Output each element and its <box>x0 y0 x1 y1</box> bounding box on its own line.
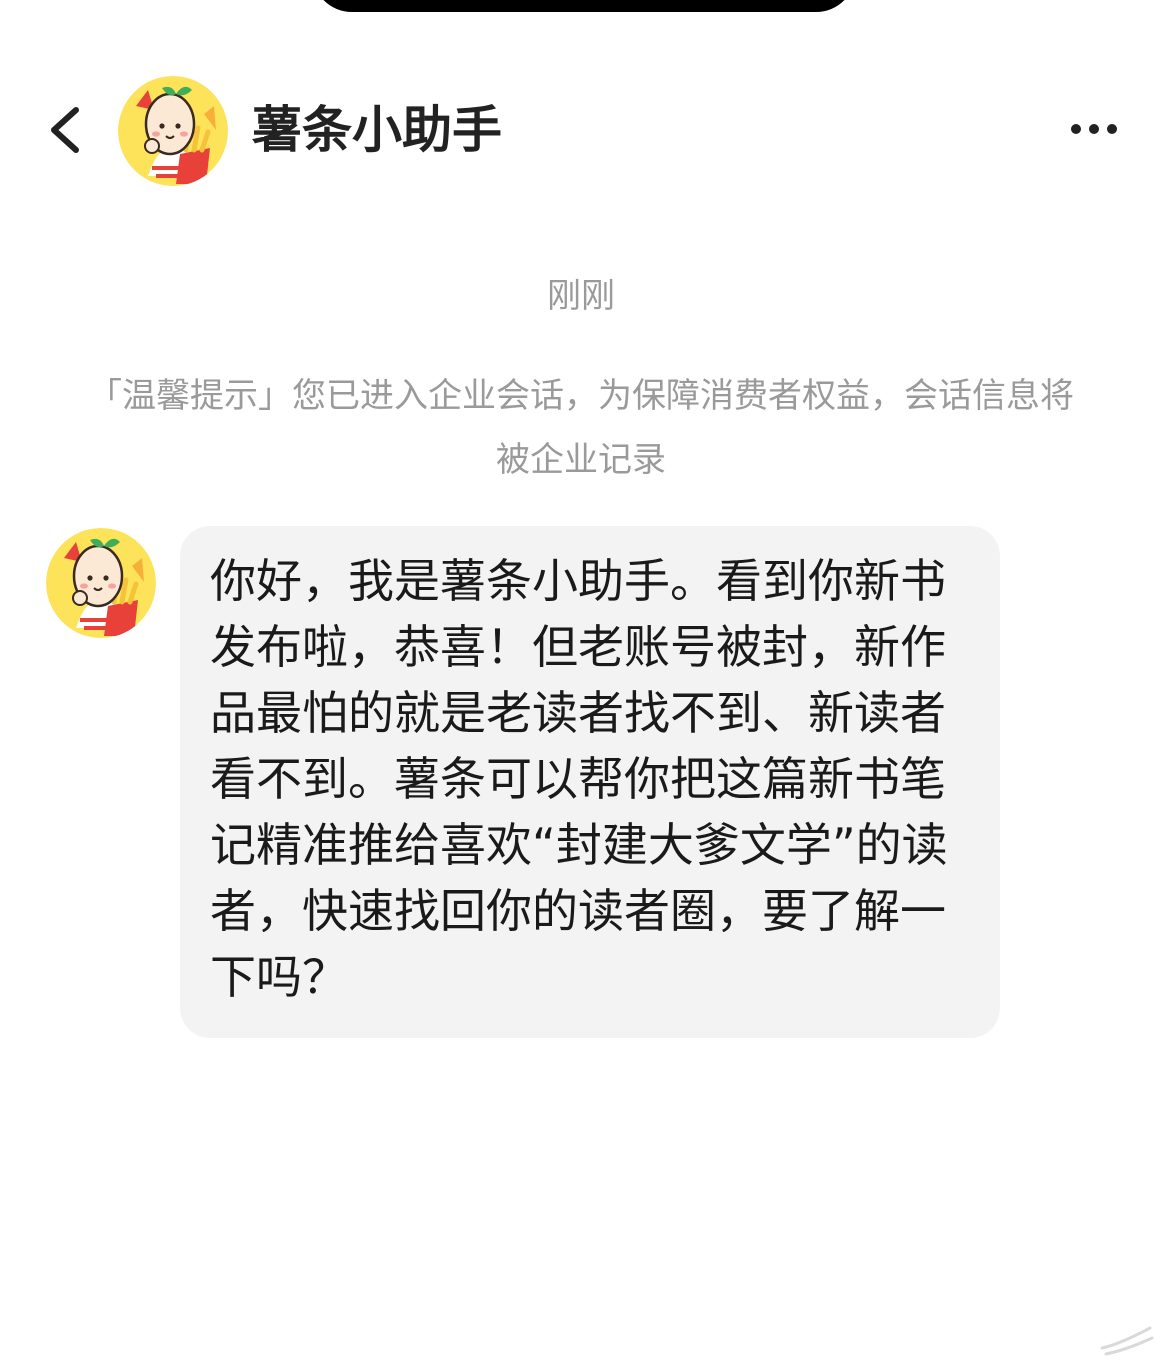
message-sender-avatar[interactable] <box>46 528 156 638</box>
message-bubble[interactable]: 你好，我是薯条小助手。看到你新书发布啦，恭喜！但老账号被封，新作品最怕的就是老读… <box>180 526 1000 1038</box>
chevron-left-icon <box>51 107 79 153</box>
back-button[interactable] <box>40 100 92 160</box>
message-text: 你好，我是薯条小助手。看到你新书发布啦，恭喜！但老账号被封，新作品最怕的就是老读… <box>210 554 948 1004</box>
message-timestamp: 刚刚 <box>547 276 615 316</box>
more-options-button[interactable] <box>1064 114 1128 144</box>
chat-header: 薯条小助手 <box>0 70 1162 190</box>
chat-screen: 薯条小助手 刚刚 「温馨提示」您已进入企业会话，为保障消费者权益，会话信息将被企… <box>0 0 1162 1361</box>
assistant-avatar[interactable] <box>118 76 228 186</box>
fries-mascot-icon <box>46 528 156 638</box>
chat-title: 薯条小助手 <box>252 101 502 159</box>
system-notice: 「温馨提示」您已进入企业会话，为保障消费者权益，会话信息将被企业记录 <box>88 376 1074 480</box>
watermark-icon <box>1096 1318 1156 1358</box>
device-notch <box>312 0 856 12</box>
fries-mascot-icon <box>118 76 228 186</box>
more-horizontal-icon <box>1071 124 1117 134</box>
